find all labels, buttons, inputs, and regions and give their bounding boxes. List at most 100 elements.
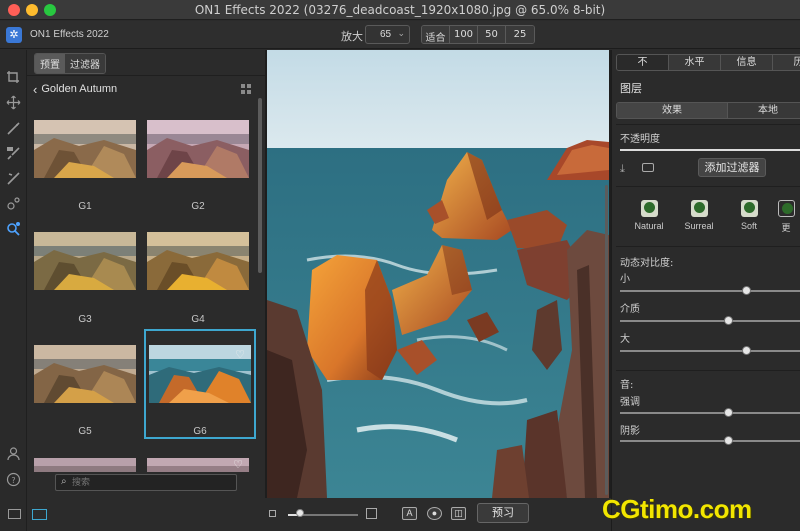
browser-footer [0, 504, 265, 531]
chevron-down-icon [777, 200, 795, 217]
browser-tabs: 预置 过滤器 [34, 53, 106, 74]
zoom-50-button[interactable]: 50 [478, 26, 506, 43]
category-header[interactable]: ‹ Golden Autumn [33, 81, 117, 97]
chevron-down-icon: ⌄ [397, 28, 405, 38]
browser-scrollbar[interactable] [258, 98, 262, 273]
look-more[interactable]: 更 [772, 200, 800, 234]
photo-preview[interactable] [267, 50, 609, 498]
favorite-heart-icon[interactable]: ♡ [233, 458, 243, 471]
preset-thumbnail-g3[interactable] [34, 232, 136, 292]
divider [616, 186, 800, 187]
text-overlay-icon[interactable]: A [402, 507, 417, 520]
compare-icon[interactable]: ◫ [451, 507, 466, 520]
tone-title: 音: [620, 380, 634, 391]
tool-strip: ? [0, 50, 27, 531]
effects-local-tabs: 效果 本地 [616, 102, 800, 119]
compare-view-icon[interactable] [32, 509, 47, 520]
divider [616, 246, 800, 247]
preset-thumbnail-g1[interactable] [34, 120, 136, 180]
image-canvas[interactable] [265, 50, 611, 498]
right-panel: 不 水平 信息 历 图层 效果 本地 不透明度 ⤓ 添加过滤器 Natural … [611, 50, 800, 531]
preset-thumbnail-partial[interactable]: ♡ [147, 458, 249, 472]
category-title: Golden Autumn [41, 83, 118, 95]
slider-shadows-track[interactable] [620, 440, 800, 442]
single-view-icon[interactable] [8, 509, 21, 519]
zoom-label: 放大 [341, 30, 363, 43]
tab-presets[interactable]: 预置 [35, 54, 65, 73]
preset-thumbnail-g4[interactable] [147, 232, 249, 292]
tab-levels[interactable]: 水平 [669, 55, 721, 70]
zoom-in-icon[interactable] [366, 508, 377, 519]
slider-medium-track[interactable] [620, 320, 800, 322]
opacity-label: 不透明度 [620, 134, 660, 145]
view-tool-icon[interactable] [5, 221, 22, 238]
save-preset-icon[interactable]: ⤓ [620, 163, 625, 176]
look-natural[interactable]: Natural [624, 200, 674, 231]
preset-thumbnail-g2[interactable] [147, 120, 249, 180]
move-tool-icon[interactable] [5, 95, 22, 112]
help-icon[interactable]: ? [5, 472, 22, 489]
preset-label: G6 [193, 426, 207, 437]
slider-label-medium: 介质 [620, 304, 640, 315]
tab-local[interactable]: 本地 [728, 103, 800, 118]
clone-stamp-icon[interactable] [5, 196, 22, 213]
preset-label: G5 [78, 426, 92, 437]
slider-label-small: 小 [620, 274, 630, 285]
slider-medium-handle[interactable] [723, 316, 733, 325]
slider-large-track[interactable] [620, 350, 800, 352]
preset-thumbnail-g5[interactable] [34, 345, 136, 405]
tab-effects[interactable]: 效果 [617, 103, 728, 118]
window-title: ON1 Effects 2022 (03276_deadcoast_1920x1… [194, 3, 606, 17]
tab-info[interactable]: 信息 [721, 55, 773, 70]
preset-thumbnail-g6[interactable]: ♡ [149, 345, 251, 405]
slider-small-track[interactable] [620, 290, 800, 292]
user-account-icon[interactable] [5, 446, 22, 463]
slider-large-handle[interactable] [741, 346, 751, 355]
zoom-value: 65 [380, 29, 392, 40]
masking-brush-icon[interactable] [5, 146, 22, 163]
zoom-out-icon[interactable] [269, 510, 276, 517]
preview-button[interactable]: 预习 [477, 503, 529, 523]
divider [616, 370, 800, 371]
preset-search[interactable]: ⌕ [55, 474, 237, 491]
browser-panel: 预置 过滤器 ‹ Golden Autumn G1 G2 G3 G4 G5 ♡ … [27, 50, 265, 531]
tab-history[interactable]: 历 [773, 55, 800, 70]
divider [616, 124, 800, 125]
search-input[interactable] [72, 476, 232, 489]
zoom-25-button[interactable]: 25 [506, 26, 534, 43]
zoom-slider-handle[interactable] [296, 509, 304, 517]
title-bar: ON1 Effects 2022 (03276_deadcoast_1920x1… [0, 0, 800, 20]
preset-thumbnail-partial[interactable] [34, 458, 136, 472]
tree-icon [690, 200, 708, 217]
slider-shadows-handle[interactable] [723, 436, 733, 445]
slider-small-handle[interactable] [741, 286, 751, 295]
preset-label: G4 [191, 314, 205, 325]
preset-label: G3 [78, 314, 92, 325]
canvas-bottom-bar: A ● ◫ 预习 [265, 498, 611, 531]
dynamic-contrast-title: 动态对比度: [620, 258, 674, 269]
layers-title: 图层 [620, 82, 642, 95]
chevron-left-icon[interactable]: ‹ [33, 82, 37, 97]
brush-tool-icon[interactable] [5, 121, 22, 138]
zoom-100-button[interactable]: 100 [450, 26, 478, 43]
mask-view-icon[interactable]: ● [427, 507, 442, 520]
slider-label-highlights: 强调 [620, 397, 640, 408]
mask-icon[interactable] [642, 163, 654, 172]
zoom-fit-button[interactable]: 适合 [422, 26, 450, 43]
right-panel-scrollbar[interactable] [605, 185, 608, 495]
grid-view-icon[interactable] [241, 84, 251, 94]
look-label: Surreal [684, 221, 714, 231]
tab-filters[interactable]: 过滤器 [65, 54, 105, 73]
tab-layers[interactable]: 不 [617, 55, 669, 70]
look-soft[interactable]: Soft [724, 200, 774, 231]
look-surreal[interactable]: Surreal [674, 200, 724, 231]
look-label: Soft [740, 221, 757, 231]
crop-tool-icon[interactable] [5, 70, 22, 87]
slider-highlights-handle[interactable] [723, 408, 733, 417]
tree-icon [740, 200, 758, 217]
slider-highlights-track[interactable] [620, 412, 800, 414]
zoom-select[interactable]: 65 ⌄ [365, 25, 410, 44]
favorite-heart-icon[interactable]: ♡ [235, 348, 245, 361]
retouch-brush-icon[interactable] [5, 171, 22, 188]
add-filter-button[interactable]: 添加过滤器 [698, 158, 766, 177]
